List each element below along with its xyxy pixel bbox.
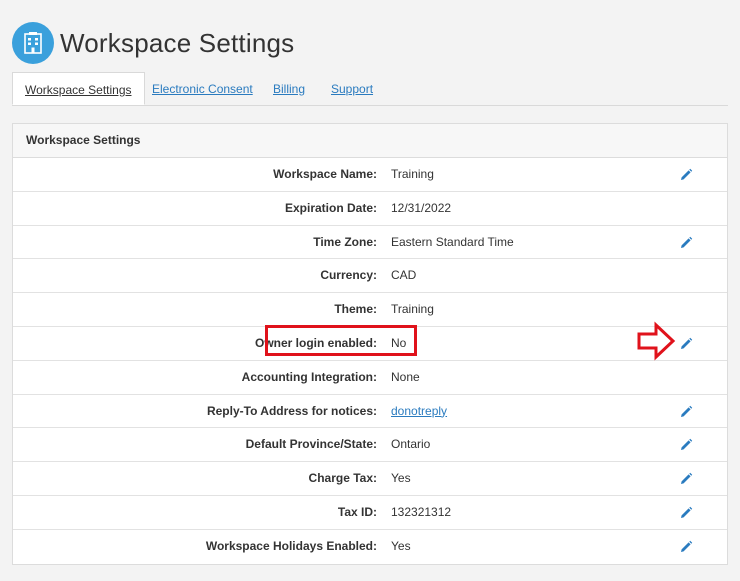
settings-list: Workspace Name: Training Expiration Date: 1… (13, 158, 727, 564)
page-header: Workspace Settings (12, 22, 294, 64)
pencil-edit-icon[interactable] (679, 438, 693, 452)
setting-value: Eastern Standard Time (391, 234, 514, 249)
setting-value: 132321312 (391, 504, 452, 519)
pencil-edit-icon[interactable] (679, 168, 693, 182)
setting-row-time-zone: Time Zone: Eastern Standard Time (13, 226, 727, 260)
setting-row-workspace-name: Workspace Name: Training (13, 158, 727, 192)
setting-row-currency: Currency: CAD (13, 259, 727, 294)
pencil-edit-icon[interactable] (679, 540, 693, 554)
setting-value: Yes (391, 538, 411, 553)
setting-row-expiration-date: Expiration Date: 12/31/2022 (13, 192, 727, 226)
tab-billing[interactable]: Billing (273, 72, 305, 105)
setting-row-theme: Theme: Training (13, 293, 727, 327)
setting-value: Ontario (391, 437, 431, 452)
setting-label: Owner login enabled: (254, 335, 377, 350)
pencil-edit-icon[interactable] (679, 337, 693, 351)
setting-label: Accounting Integration: (241, 369, 377, 384)
setting-label: Time Zone: (313, 234, 377, 249)
tab-electronic-consent[interactable]: Electronic Consent (152, 72, 253, 105)
setting-label: Workspace Holidays Enabled: (205, 538, 377, 553)
setting-label: Tax ID: (337, 504, 377, 519)
setting-value-link[interactable]: donotreply (391, 395, 447, 428)
pencil-edit-icon[interactable] (679, 472, 693, 486)
tab-workspace-settings[interactable]: Workspace Settings (12, 72, 145, 105)
setting-value: CAD (391, 268, 417, 283)
page-title: Workspace Settings (60, 27, 295, 58)
settings-panel: Workspace Settings Workspace Name: Traini… (12, 123, 728, 565)
setting-row-workspace-holidays-enabled: Workspace Holidays Enabled: Yes (13, 530, 727, 564)
setting-value: Yes (391, 471, 411, 486)
pencil-edit-icon[interactable] (679, 236, 693, 250)
setting-row-charge-tax: Charge Tax: Yes (13, 462, 727, 496)
setting-label: Expiration Date: (284, 200, 377, 215)
panel-heading: Workspace Settings (13, 124, 727, 158)
setting-value: Training (391, 167, 434, 181)
setting-row-reply-to-address: Reply-To Address for notices: donotreply (13, 395, 727, 429)
tab-support[interactable]: Support (331, 72, 373, 105)
setting-value: Training (391, 302, 434, 317)
setting-row-accounting-integration: Accounting Integration: None (13, 361, 727, 395)
setting-value: 12/31/2022 (391, 200, 452, 215)
building-icon (12, 22, 54, 64)
tab-bar: Workspace Settings Electronic Consent Bi… (12, 72, 728, 106)
setting-label: Charge Tax: (308, 471, 377, 486)
setting-row-owner-login-enabled: Owner login enabled: No (13, 327, 727, 361)
setting-value: No (391, 335, 407, 350)
setting-label: Reply-To Address for notices: (206, 403, 377, 418)
pencil-edit-icon[interactable] (679, 405, 693, 419)
setting-label: Workspace Name: (273, 167, 377, 181)
setting-label: Currency: (320, 268, 377, 283)
setting-label: Default Province/State: (245, 437, 377, 452)
pencil-edit-icon[interactable] (679, 506, 693, 520)
setting-label: Theme: (334, 302, 377, 317)
setting-value: None (391, 369, 420, 384)
setting-row-tax-id: Tax ID: 132321312 (13, 496, 727, 530)
setting-row-default-province-state: Default Province/State: Ontario (13, 428, 727, 463)
